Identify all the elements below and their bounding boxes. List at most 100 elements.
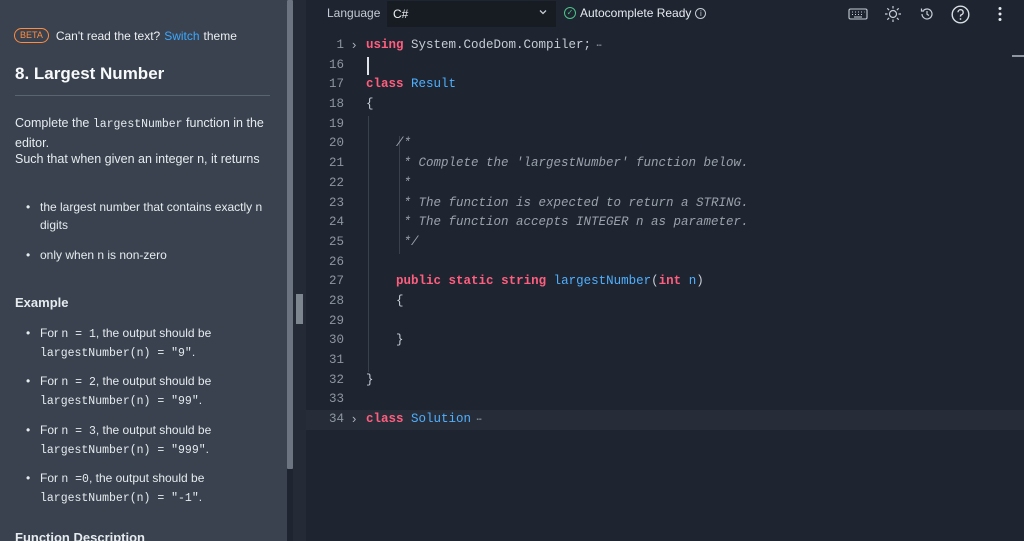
line-number: 16 [328,57,344,72]
fold-expand-icon[interactable]: › [352,411,356,426]
code-editor[interactable]: Language C# ✓ Autocomplete Ready i 1 16 … [306,0,1024,541]
panel-splitter[interactable] [293,0,306,541]
folded-ellipsis-icon[interactable]: ⋯ [591,41,601,51]
line-number: 17 [328,77,344,92]
theme-banner: BETA Can't read the text? Switch theme [14,28,237,43]
code-token: ) [696,274,704,289]
line-number: 26 [328,254,344,269]
line-number: 22 [328,175,344,190]
line-number: 32 [328,372,344,387]
code-token: System.CodeDom.Compiler; [403,38,592,52]
editor-toolbar: Language C# ✓ Autocomplete Ready i [306,0,1024,30]
example-item: • For n = 3, the output should be largest… [26,423,212,457]
line-number: 23 [328,195,344,210]
code-token: int [658,274,682,289]
keyboard-icon[interactable] [847,4,869,24]
line-number: 24 [328,215,344,230]
line-number: 1 [336,38,344,52]
code-token: } [366,333,404,348]
code-line: { [366,95,1024,115]
autocomplete-label: Autocomplete Ready [580,6,692,20]
banner-suffix: theme [203,28,237,43]
line-number: 19 [328,116,344,131]
code-token: { [366,97,374,112]
problem-description: Complete the largestNumber function in t… [15,114,273,152]
language-label: Language [327,6,381,20]
code-token: class [366,77,404,92]
code-line: } [366,331,1024,351]
code-line: using System.CodeDom.Compiler; ⋯ [366,36,1024,56]
list-item: • the largest number that contains exactl… [26,199,266,234]
sun-icon[interactable] [883,4,903,24]
line-number: 21 [328,156,344,171]
folded-ellipsis-icon[interactable]: ⋯ [471,415,481,425]
line-number: 18 [328,97,344,112]
code-line: * [366,174,1024,194]
code-token: string [501,274,547,289]
code-token: largestNumber [553,274,652,289]
code-token: { [366,293,404,308]
code-line: { [366,292,1024,312]
autocomplete-status: ✓ Autocomplete Ready i [564,6,707,20]
code-line: class Result [366,75,1024,95]
more-icon[interactable] [993,4,1007,24]
fold-expand-icon[interactable]: › [352,37,356,52]
line-number: 34 [328,412,344,427]
function-name-code: largestNumber [92,118,183,131]
language-select[interactable]: C# [387,1,556,27]
beta-badge: BETA [14,28,49,43]
code-line: class Solution ⋯ [366,410,1024,430]
code-token: * The function accepts INTEGER n as para… [366,215,749,230]
scroll-indicator [1012,55,1024,57]
code-line: * The function is expected to return a S… [366,194,1024,214]
help-icon[interactable] [950,4,970,24]
check-circle-icon: ✓ [564,7,576,19]
function-description-heading: Function Description [15,530,145,541]
switch-theme-link[interactable]: Switch [164,29,199,43]
history-icon[interactable] [917,4,937,24]
line-number: 25 [328,234,344,249]
line-number: 33 [328,392,344,407]
code-line: public static string largestNumber(int n… [366,272,1024,292]
code-token: } [366,372,374,387]
code-token: ( [651,274,659,289]
code-line: * Complete the 'largestNumber' function … [366,154,1024,174]
example-item: • For n = 1, the output should be largest… [26,326,212,360]
info-icon[interactable]: i [695,7,707,19]
code-token: public [396,274,442,289]
code-area[interactable]: using System.CodeDom.Compiler; ⋯ class Re… [366,36,1024,430]
drag-handle-icon[interactable] [296,294,303,324]
line-number: 27 [328,274,344,289]
code-token: using [366,38,404,52]
code-line: */ [366,233,1024,253]
bullet-text: the largest number that contains exactly… [40,200,263,232]
code-token: * Complete the 'largestNumber' function … [366,156,749,171]
code-token: /* [366,136,412,151]
banner-text: Can't read the text? [55,28,161,43]
example-item: • For n = 2, the output should be largest… [26,374,212,408]
example-heading: Example [15,295,69,310]
code-token: * [366,175,412,190]
line-number: 29 [328,313,344,328]
line-number: 20 [328,136,344,151]
line-number: 28 [328,293,344,308]
code-token: */ [366,234,419,249]
bullet-text: only when n is non-zero [40,248,167,262]
problem-description-2: Such that when given an integer n, it re… [15,152,260,166]
example-item: • For n =0, the output should be largestN… [26,471,205,505]
code-token: Result [411,77,457,92]
desc-text: Complete the [15,116,93,130]
line-number: 30 [328,333,344,348]
